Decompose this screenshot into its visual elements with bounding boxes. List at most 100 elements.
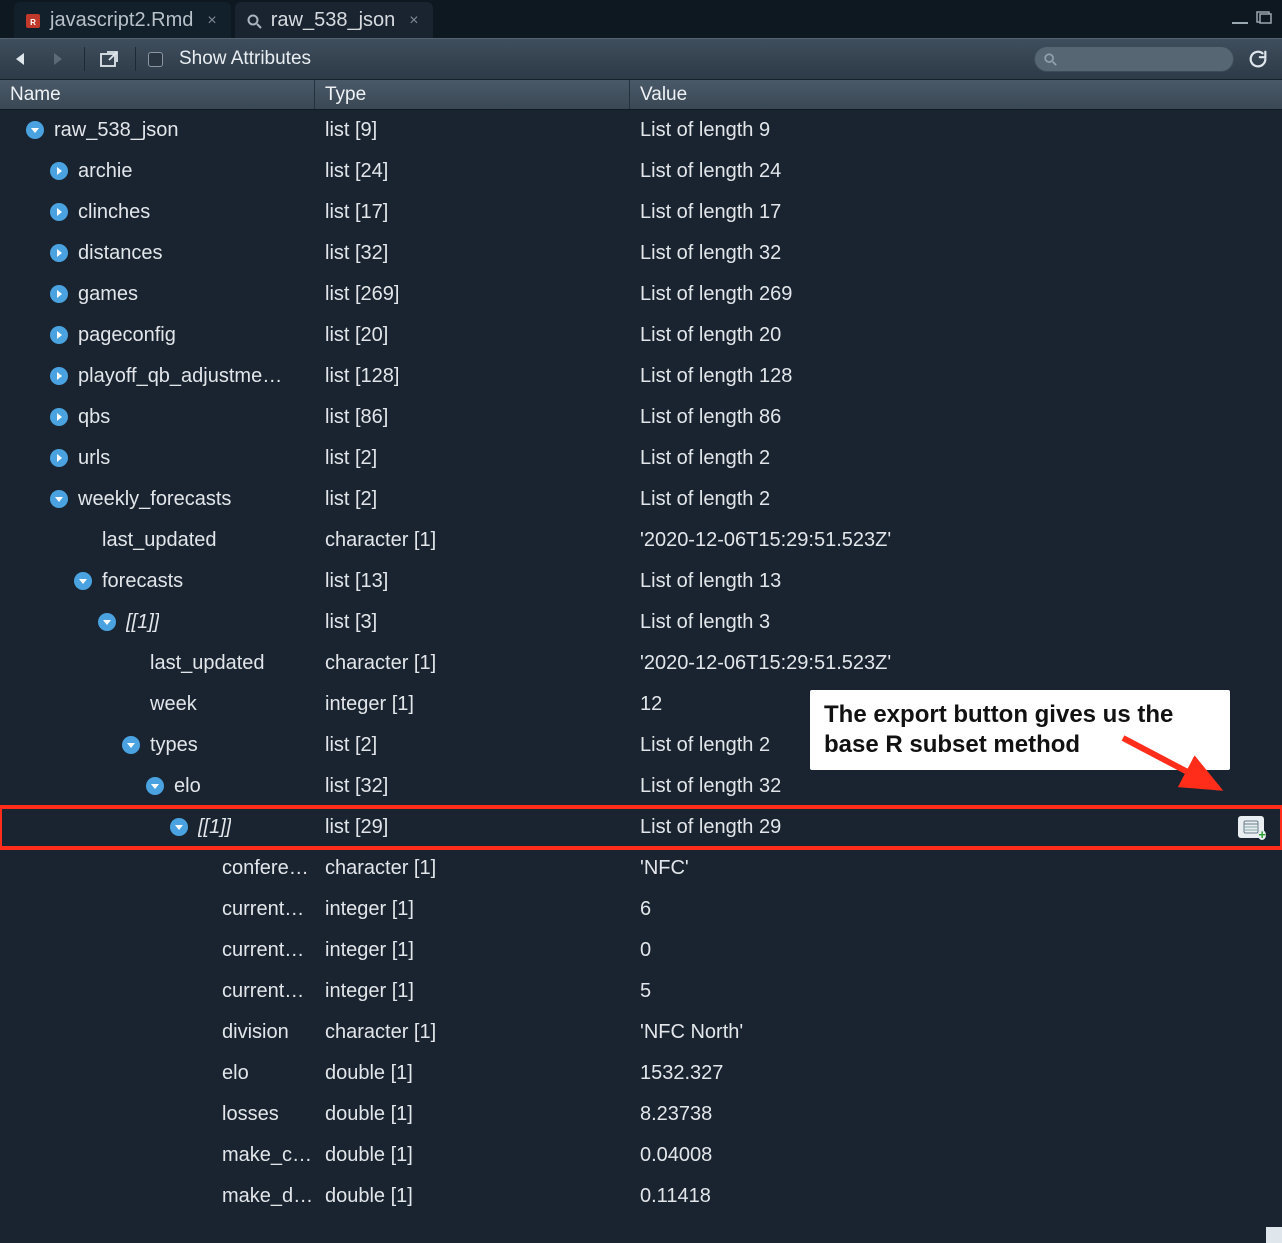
row-type: list [13] — [315, 570, 630, 593]
show-attributes-label: Show Attributes — [179, 48, 311, 70]
header-type[interactable]: Type — [315, 80, 630, 109]
row-type: list [269] — [315, 283, 630, 306]
tree-row[interactable]: conferencecharacter [1]'NFC' — [0, 848, 1282, 889]
close-icon[interactable]: × — [409, 12, 418, 30]
expand-toggle-icon[interactable] — [50, 449, 68, 467]
row-value: List of length 269 — [640, 283, 792, 306]
header-value[interactable]: Value — [630, 80, 1282, 109]
tree-row[interactable]: pageconfig list [20] List of length 20 — [0, 315, 1282, 356]
tab-javascript2[interactable]: R javascript2.Rmd × — [14, 2, 231, 38]
collapse-toggle-icon[interactable] — [98, 613, 116, 631]
tree-row[interactable]: archielist [24]List of length 24 — [0, 151, 1282, 192]
row-type: double [1] — [315, 1144, 630, 1167]
row-type: list [20] — [315, 324, 630, 347]
tree-row[interactable]: clincheslist [17]List of length 17 — [0, 192, 1282, 233]
expand-toggle-icon[interactable] — [50, 162, 68, 180]
row-value: List of length 32 — [640, 775, 781, 798]
annotation-arrow-icon — [1118, 730, 1238, 816]
expand-toggle-icon[interactable] — [50, 244, 68, 262]
tree-row[interactable]: make_divi…double [1]0.11418 — [0, 1176, 1282, 1217]
tree-row[interactable]: [[1]]list [29]List of length 29+ — [0, 807, 1282, 848]
tree-row[interactable]: last_updatedcharacter [1]'2020-12-06T15:… — [0, 643, 1282, 684]
row-type: list [128] — [315, 365, 630, 388]
row-name: last_updated — [102, 529, 217, 552]
row-value: List of length 24 — [640, 160, 781, 183]
tree-row[interactable]: gameslist [269]List of length 269 — [0, 274, 1282, 315]
collapse-toggle-icon[interactable] — [146, 777, 164, 795]
row-name: urls — [78, 447, 110, 470]
row-type: list [2] — [315, 488, 630, 511]
row-value: List of length 32 — [640, 242, 781, 265]
collapse-toggle-icon[interactable] — [50, 490, 68, 508]
row-value: 12 — [640, 693, 662, 716]
row-name: clinches — [78, 201, 150, 224]
expand-toggle-icon[interactable] — [50, 203, 68, 221]
expand-toggle-icon[interactable] — [50, 408, 68, 426]
tree-row[interactable]: qbslist [86]List of length 86 — [0, 397, 1282, 438]
row-type: character [1] — [315, 1021, 630, 1044]
expand-toggle-icon[interactable] — [50, 367, 68, 385]
export-r-code-icon[interactable]: + — [1238, 816, 1264, 838]
tree-row[interactable]: divisioncharacter [1]'NFC North' — [0, 1012, 1282, 1053]
tree-row[interactable]: make_con…double [1]0.04008 — [0, 1135, 1282, 1176]
row-name: pageconfig — [78, 324, 176, 347]
tree-row[interactable]: distances list [32] List of length 32 — [0, 233, 1282, 274]
scroll-corner — [1266, 1227, 1282, 1243]
tab-label: javascript2.Rmd — [50, 9, 193, 32]
minimize-icon[interactable] — [1232, 8, 1248, 31]
tree-row[interactable]: raw_538_jsonlist [9]List of length 9 — [0, 110, 1282, 151]
expand-toggle-icon[interactable] — [50, 326, 68, 344]
row-name: playoff_qb_adjustme… — [78, 365, 282, 388]
tree-row[interactable]: elodouble [1]1532.327 — [0, 1053, 1282, 1094]
tree-row[interactable]: last_updatedcharacter [1]'2020-12-06T15:… — [0, 520, 1282, 561]
forward-icon[interactable] — [46, 48, 72, 70]
tree-body[interactable]: raw_538_jsonlist [9]List of length 9arch… — [0, 110, 1282, 1243]
maximize-icon[interactable] — [1256, 8, 1272, 31]
row-name: conference — [222, 857, 315, 880]
tree-row[interactable]: [[1]]list [3]List of length 3 — [0, 602, 1282, 643]
header-name[interactable]: Name — [0, 80, 315, 109]
row-type: character [1] — [315, 529, 630, 552]
collapse-toggle-icon[interactable] — [74, 572, 92, 590]
collapse-toggle-icon[interactable] — [122, 736, 140, 754]
row-value: List of length 29 — [640, 816, 781, 839]
tree-row[interactable]: current_wi…integer [1]5 — [0, 971, 1282, 1012]
tab-bar: R javascript2.Rmd × raw_538_json × — [0, 0, 1282, 38]
row-value: List of length 20 — [640, 324, 781, 347]
tree-row[interactable]: urlslist [2]List of length 2 — [0, 438, 1282, 479]
back-icon[interactable] — [10, 48, 36, 70]
tab-raw538json[interactable]: raw_538_json × — [235, 2, 433, 38]
refresh-icon[interactable] — [1244, 48, 1272, 70]
row-name: forecasts — [102, 570, 183, 593]
close-icon[interactable]: × — [207, 12, 216, 30]
tree-row[interactable]: weekly_forecastslist [2]List of length 2 — [0, 479, 1282, 520]
row-value: List of length 128 — [640, 365, 792, 388]
row-value: List of length 86 — [640, 406, 781, 429]
collapse-toggle-icon[interactable] — [170, 818, 188, 836]
row-value: 5 — [640, 980, 651, 1003]
open-new-window-icon[interactable] — [97, 48, 123, 70]
row-type: double [1] — [315, 1185, 630, 1208]
row-value: 8.23738 — [640, 1103, 712, 1126]
tree-row[interactable]: lossesdouble [1]8.23738 — [0, 1094, 1282, 1135]
tree-row[interactable]: current_tiesinteger [1]0 — [0, 930, 1282, 971]
row-name: archie — [78, 160, 132, 183]
show-attributes-checkbox[interactable] — [148, 52, 163, 67]
row-type: character [1] — [315, 857, 630, 880]
collapse-toggle-icon[interactable] — [26, 121, 44, 139]
row-value: 0 — [640, 939, 651, 962]
expand-toggle-icon[interactable] — [50, 285, 68, 303]
row-name: week — [150, 693, 197, 716]
tree-row[interactable]: forecastslist [13]List of length 13 — [0, 561, 1282, 602]
row-value: '2020-12-06T15:29:51.523Z' — [640, 652, 891, 675]
tree-row[interactable]: current_lo…integer [1]6 — [0, 889, 1282, 930]
row-value: List of length 17 — [640, 201, 781, 224]
row-type: integer [1] — [315, 939, 630, 962]
tree-row[interactable]: playoff_qb_adjustme… list [128] List of le… — [0, 356, 1282, 397]
row-type: list [32] — [315, 242, 630, 265]
search-input[interactable] — [1034, 46, 1234, 72]
column-header-row: Name Type Value — [0, 80, 1282, 110]
tree-row[interactable]: elolist [32]List of length 32 — [0, 766, 1282, 807]
row-name: distances — [78, 242, 163, 265]
row-value: List of length 2 — [640, 488, 770, 511]
